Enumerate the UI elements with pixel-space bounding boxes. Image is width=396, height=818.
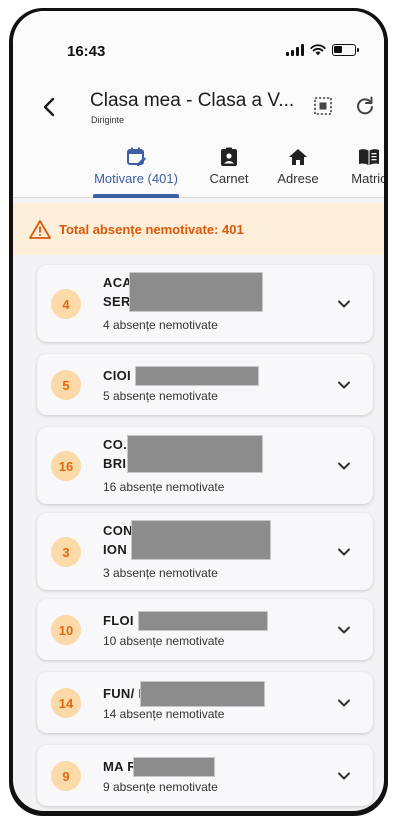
refresh-icon[interactable] <box>354 95 376 117</box>
tab-active-indicator <box>93 194 179 198</box>
select-all-icon[interactable] <box>312 95 334 117</box>
tab-adrese[interactable]: Adrese <box>268 141 328 198</box>
phone-frame: 16:43 Clasa mea - Clasa a V... Diriginte… <box>9 8 388 816</box>
student-name-line2: SER <box>103 294 131 309</box>
absence-count-badge: 10 <box>51 615 81 645</box>
chevron-down-icon[interactable] <box>337 461 351 471</box>
chevron-down-icon[interactable] <box>337 299 351 309</box>
tab-label: Carnet <box>209 171 249 186</box>
back-arrow-icon[interactable] <box>39 95 59 119</box>
student-card[interactable]: 14 FUN/ NIEL 14 absențe nemotivate <box>37 672 373 733</box>
absence-summary: 14 absențe nemotivate <box>103 707 225 721</box>
unexcused-absences-banner: Total absențe nemotivate: 401 <box>13 203 384 255</box>
status-bar: 16:43 <box>13 11 384 81</box>
absence-summary: 10 absențe nemotivate <box>103 634 225 648</box>
tab-bar: Motivare (401) Carnet Adrese Matric <box>13 141 384 198</box>
absence-count-badge: 4 <box>51 289 81 319</box>
tab-label: Matric <box>351 171 384 186</box>
chevron-down-icon[interactable] <box>337 698 351 708</box>
alert-text: Total absențe nemotivate: 401 <box>59 221 244 237</box>
app-screen: 16:43 Clasa mea - Clasa a V... Diriginte… <box>13 11 384 811</box>
app-bar: Clasa mea - Clasa a V... Diriginte <box>13 81 384 141</box>
student-card[interactable]: 16 CO. LAS- BRI 16 absențe nemotivate <box>37 427 373 504</box>
student-name-line1: ACA <box>103 275 133 290</box>
tab-matricol[interactable]: Matric <box>339 141 384 198</box>
absence-summary: 5 absențe nemotivate <box>103 389 218 403</box>
tab-label: Motivare (401) <box>94 171 178 186</box>
chevron-down-icon[interactable] <box>337 771 351 781</box>
redacted-name-block <box>135 366 259 386</box>
student-name-line2: BRI <box>103 456 127 471</box>
absence-summary: 3 absențe nemotivate <box>103 566 218 580</box>
absence-count-badge: 3 <box>51 537 81 567</box>
redacted-name-block <box>127 435 263 473</box>
absence-count-badge: 14 <box>51 688 81 718</box>
status-icons <box>286 44 359 56</box>
student-card[interactable]: 5 CIOI NUȚ 5 absențe nemotivate <box>37 354 373 415</box>
chevron-down-icon[interactable] <box>337 380 351 390</box>
absence-summary: 4 absențe nemotivate <box>103 318 218 332</box>
battery-icon <box>332 44 359 56</box>
absence-count-badge: 9 <box>51 761 81 791</box>
student-card[interactable]: 10 FLOI ILIA 10 absențe nemotivate <box>37 599 373 660</box>
phone-device: 16:43 Clasa mea - Clasa a V... Diriginte… <box>0 0 396 818</box>
absence-count-badge: 5 <box>51 370 81 400</box>
page-title: Clasa mea - Clasa a V... <box>90 90 295 111</box>
absence-count-badge: 16 <box>51 451 81 481</box>
student-name-line2: ION <box>103 542 128 557</box>
redacted-name-block <box>131 520 271 560</box>
calendar-edit-icon <box>127 147 146 166</box>
signal-icon <box>286 44 304 56</box>
home-icon <box>289 149 307 165</box>
student-card[interactable]: 3 CON DRU- ION 3 absențe nemotivate <box>37 513 373 590</box>
chevron-down-icon[interactable] <box>337 625 351 635</box>
student-card[interactable]: 9 MA RIEL-MIHAI 9 absențe nemotivate <box>37 745 373 806</box>
redacted-name-block <box>138 611 268 631</box>
tab-label: Adrese <box>277 171 319 186</box>
chevron-down-icon[interactable] <box>337 547 351 557</box>
redacted-name-block <box>133 757 215 777</box>
student-card[interactable]: 4 ACA SER 4 absențe nemotivate <box>37 265 373 342</box>
status-time: 16:43 <box>67 43 106 60</box>
absence-summary: 16 absențe nemotivate <box>103 480 225 494</box>
tab-carnet[interactable]: Carnet <box>199 141 259 198</box>
clipboard-account-icon <box>221 147 237 166</box>
tab-motivare[interactable]: Motivare (401) <box>83 141 189 198</box>
redacted-name-block <box>129 272 263 312</box>
wifi-icon <box>310 44 326 56</box>
page-subtitle: Diriginte <box>91 115 125 125</box>
redacted-name-block <box>140 681 265 707</box>
book-icon <box>359 149 379 165</box>
warning-icon <box>29 220 51 239</box>
absence-summary: 9 absențe nemotivate <box>103 780 218 794</box>
